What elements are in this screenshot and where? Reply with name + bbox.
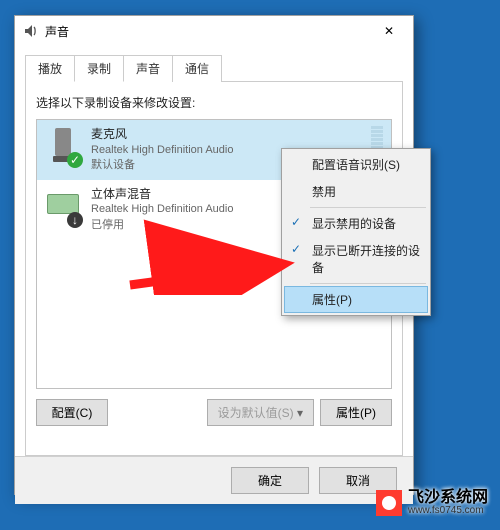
close-button[interactable]: ✕ — [369, 19, 409, 43]
default-badge-icon: ✓ — [67, 152, 83, 168]
configure-button[interactable]: 配置(C) — [36, 399, 108, 426]
check-icon: ✓ — [291, 215, 301, 229]
watermark-logo-icon — [376, 490, 402, 516]
device-status: 默认设备 — [91, 158, 233, 173]
menu-item-configure-speech[interactable]: 配置语音识别(S) — [284, 151, 428, 178]
menu-item-show-disabled[interactable]: ✓ 显示禁用的设备 — [284, 210, 428, 237]
close-icon: ✕ — [384, 24, 394, 38]
menu-separator — [310, 283, 426, 284]
tab-strip: 播放 录制 声音 通信 — [25, 54, 403, 82]
mixer-icon: ↓ — [45, 186, 81, 226]
tab-recording[interactable]: 录制 — [74, 55, 124, 82]
bottom-button-row: 配置(C) 设为默认值(S) 属性(P) — [36, 399, 392, 426]
tab-sounds[interactable]: 声音 — [123, 55, 173, 82]
menu-item-show-disconnected[interactable]: ✓ 显示已断开连接的设备 — [284, 237, 428, 281]
menu-item-label: 显示禁用的设备 — [312, 217, 396, 231]
device-driver: Realtek High Definition Audio — [91, 143, 233, 158]
ok-button[interactable]: 确定 — [231, 467, 309, 494]
microphone-icon: ✓ — [45, 126, 81, 166]
device-prompt: 选择以下录制设备来修改设置: — [36, 94, 392, 111]
check-icon: ✓ — [291, 242, 301, 256]
menu-item-properties[interactable]: 属性(P) — [284, 286, 428, 313]
menu-separator — [310, 207, 426, 208]
dialog-footer: 确定 取消 — [15, 456, 413, 504]
menu-item-label: 显示已断开连接的设备 — [312, 244, 420, 275]
device-status: 已停用 — [91, 218, 233, 233]
watermark-text: 飞沙系统网 www.fs0745.com — [408, 490, 488, 516]
dialog-title: 声音 — [45, 23, 369, 40]
watermark-url: www.fs0745.com — [408, 506, 488, 516]
disabled-badge-icon: ↓ — [67, 212, 83, 228]
menu-item-disable[interactable]: 禁用 — [284, 178, 428, 205]
tab-playback[interactable]: 播放 — [25, 55, 75, 82]
tab-communications[interactable]: 通信 — [172, 55, 222, 82]
watermark-name: 飞沙系统网 — [408, 490, 488, 506]
device-driver: Realtek High Definition Audio — [91, 202, 233, 217]
set-default-button[interactable]: 设为默认值(S) — [207, 399, 314, 426]
properties-button[interactable]: 属性(P) — [320, 399, 392, 426]
sound-icon — [23, 23, 39, 39]
titlebar[interactable]: 声音 ✕ — [15, 16, 413, 46]
device-text: 立体声混音 Realtek High Definition Audio 已停用 — [91, 186, 233, 234]
device-name: 立体声混音 — [91, 186, 233, 203]
device-text: 麦克风 Realtek High Definition Audio 默认设备 — [91, 126, 233, 174]
context-menu: 配置语音识别(S) 禁用 ✓ 显示禁用的设备 ✓ 显示已断开连接的设备 属性(P… — [281, 148, 431, 316]
device-name: 麦克风 — [91, 126, 233, 143]
watermark: 飞沙系统网 www.fs0745.com — [376, 490, 488, 516]
